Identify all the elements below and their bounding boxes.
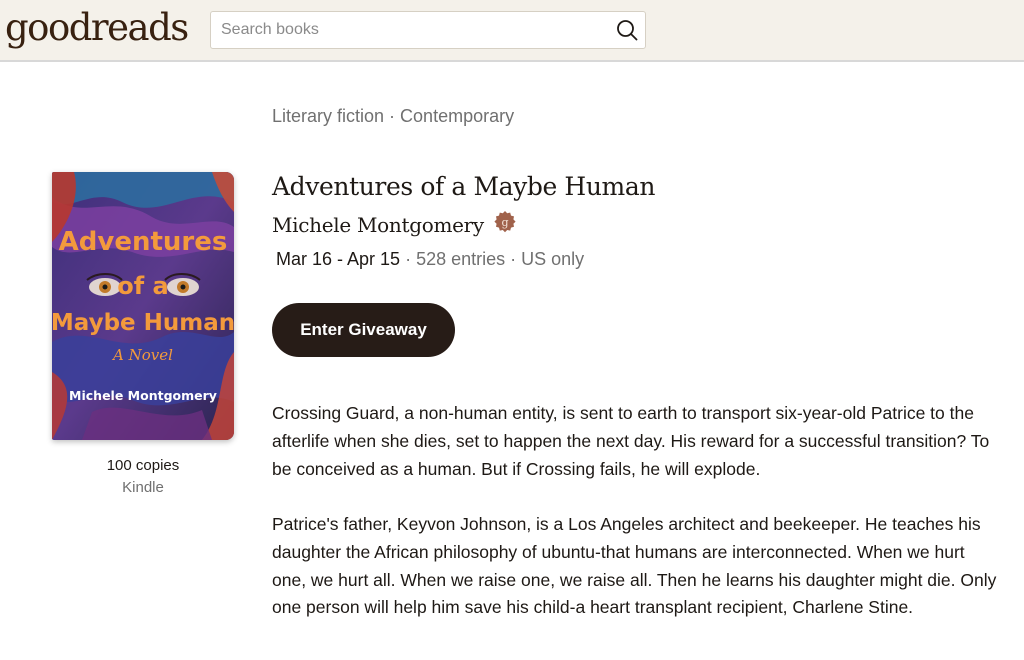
giveaway-meta: Mar 16 - Apr 15 · 528 entries · US only bbox=[276, 249, 584, 270]
book-cover[interactable]: Adventures of a Maybe Human A Novel Mich… bbox=[52, 172, 234, 440]
goodreads-logo[interactable]: goodreads bbox=[5, 4, 189, 52]
search-icon[interactable] bbox=[615, 18, 639, 42]
meta-separator: · bbox=[510, 249, 517, 269]
cover-title-line2: of a bbox=[117, 272, 168, 300]
genre-link[interactable]: Literary fiction bbox=[272, 106, 384, 126]
giveaway-region: US only bbox=[521, 249, 585, 269]
genre-separator: · bbox=[389, 106, 396, 126]
search-box bbox=[210, 11, 646, 49]
description-paragraph: Patrice's father, Keyvon Johnson, is a L… bbox=[272, 514, 997, 618]
description-paragraph: Crossing Guard, a non-human entity, is s… bbox=[272, 403, 990, 479]
top-header: goodreads bbox=[0, 0, 1024, 62]
giveaway-copies: 100 copies bbox=[106, 457, 180, 474]
genre-link[interactable]: Contemporary bbox=[400, 106, 514, 126]
cover-title-line1: Adventures bbox=[59, 227, 228, 257]
svg-text:g: g bbox=[502, 216, 509, 229]
giveaway-format: Kindle bbox=[122, 479, 164, 496]
goodreads-author-badge-icon: g bbox=[493, 210, 517, 239]
meta-separator: · bbox=[405, 249, 412, 269]
cover-author: Michele Montgomery bbox=[69, 388, 217, 403]
author-row: Michele Montgomery g bbox=[272, 210, 517, 238]
search-input[interactable] bbox=[221, 12, 611, 48]
book-title[interactable]: Adventures of a Maybe Human bbox=[272, 172, 655, 201]
cover-title-line3: Maybe Human bbox=[52, 310, 234, 336]
enter-giveaway-button[interactable]: Enter Giveaway bbox=[272, 303, 455, 357]
giveaway-entries: 528 entries bbox=[416, 249, 506, 269]
genre-list: Literary fiction · Contemporary bbox=[272, 106, 514, 127]
giveaway-dates: Mar 16 - Apr 15 bbox=[276, 249, 401, 269]
cover-subtitle: A Novel bbox=[111, 346, 173, 364]
author-name[interactable]: Michele Montgomery bbox=[272, 213, 484, 237]
